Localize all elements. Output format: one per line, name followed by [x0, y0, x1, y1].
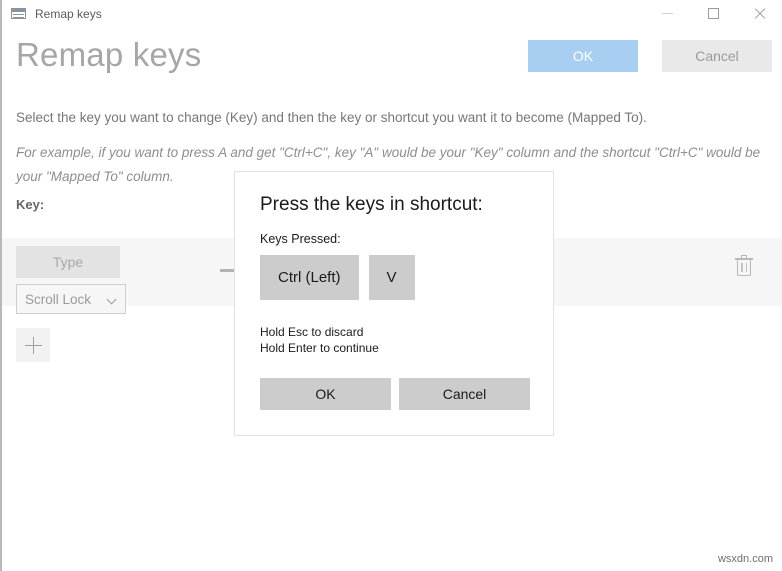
key-chip: V [368, 255, 415, 300]
arrow-separator [220, 269, 234, 272]
close-button[interactable] [736, 0, 782, 27]
app-window: Remap keys Remap keys OK Cancel Select t… [0, 0, 782, 571]
dialog-title: Press the keys in shortcut: [260, 194, 483, 215]
delete-row-button[interactable] [735, 255, 761, 283]
dialog-hints: Hold Esc to discard Hold Enter to contin… [260, 324, 379, 356]
chevron-down-icon [108, 295, 117, 304]
minimize-button[interactable] [644, 0, 690, 27]
hint-discard: Hold Esc to discard [260, 325, 364, 339]
trash-body [737, 260, 751, 276]
dialog-ok-button[interactable]: OK [260, 378, 391, 410]
maximize-icon [707, 8, 719, 19]
maximize-button[interactable] [690, 0, 736, 27]
key-select-value: Scroll Lock [25, 291, 92, 307]
description-primary: Select the key you want to change (Key) … [16, 110, 647, 125]
hint-continue: Hold Enter to continue [260, 341, 379, 355]
title-bar-left: Remap keys [2, 8, 102, 20]
dialog-cancel-button[interactable]: Cancel [399, 378, 530, 410]
key-chip: Ctrl (Left) [260, 255, 359, 300]
header-actions: OK Cancel [528, 40, 772, 72]
window-controls [644, 0, 782, 27]
window-title: Remap keys [35, 6, 102, 21]
title-bar: Remap keys [2, 0, 782, 27]
keys-pressed-label: Keys Pressed: [260, 232, 341, 246]
column-header-key: Key: [16, 197, 45, 212]
type-button[interactable]: Type [16, 246, 120, 278]
key-select[interactable]: Scroll Lock [16, 284, 126, 314]
page-header: Remap keys OK Cancel [16, 36, 772, 86]
dialog-buttons: OK Cancel [260, 378, 530, 410]
keyboard-icon [11, 8, 26, 19]
ok-button[interactable]: OK [528, 40, 638, 72]
keys-pressed-list: Ctrl (Left) V [260, 255, 415, 300]
cancel-button[interactable]: Cancel [662, 40, 772, 72]
minimize-icon [661, 13, 673, 14]
watermark: wsxdn.com [717, 553, 773, 565]
close-icon [753, 7, 766, 20]
plus-icon [24, 336, 42, 354]
shortcut-dialog: Press the keys in shortcut: Keys Pressed… [234, 171, 554, 436]
add-row-button[interactable] [16, 328, 50, 362]
page-title: Remap keys [16, 36, 202, 73]
